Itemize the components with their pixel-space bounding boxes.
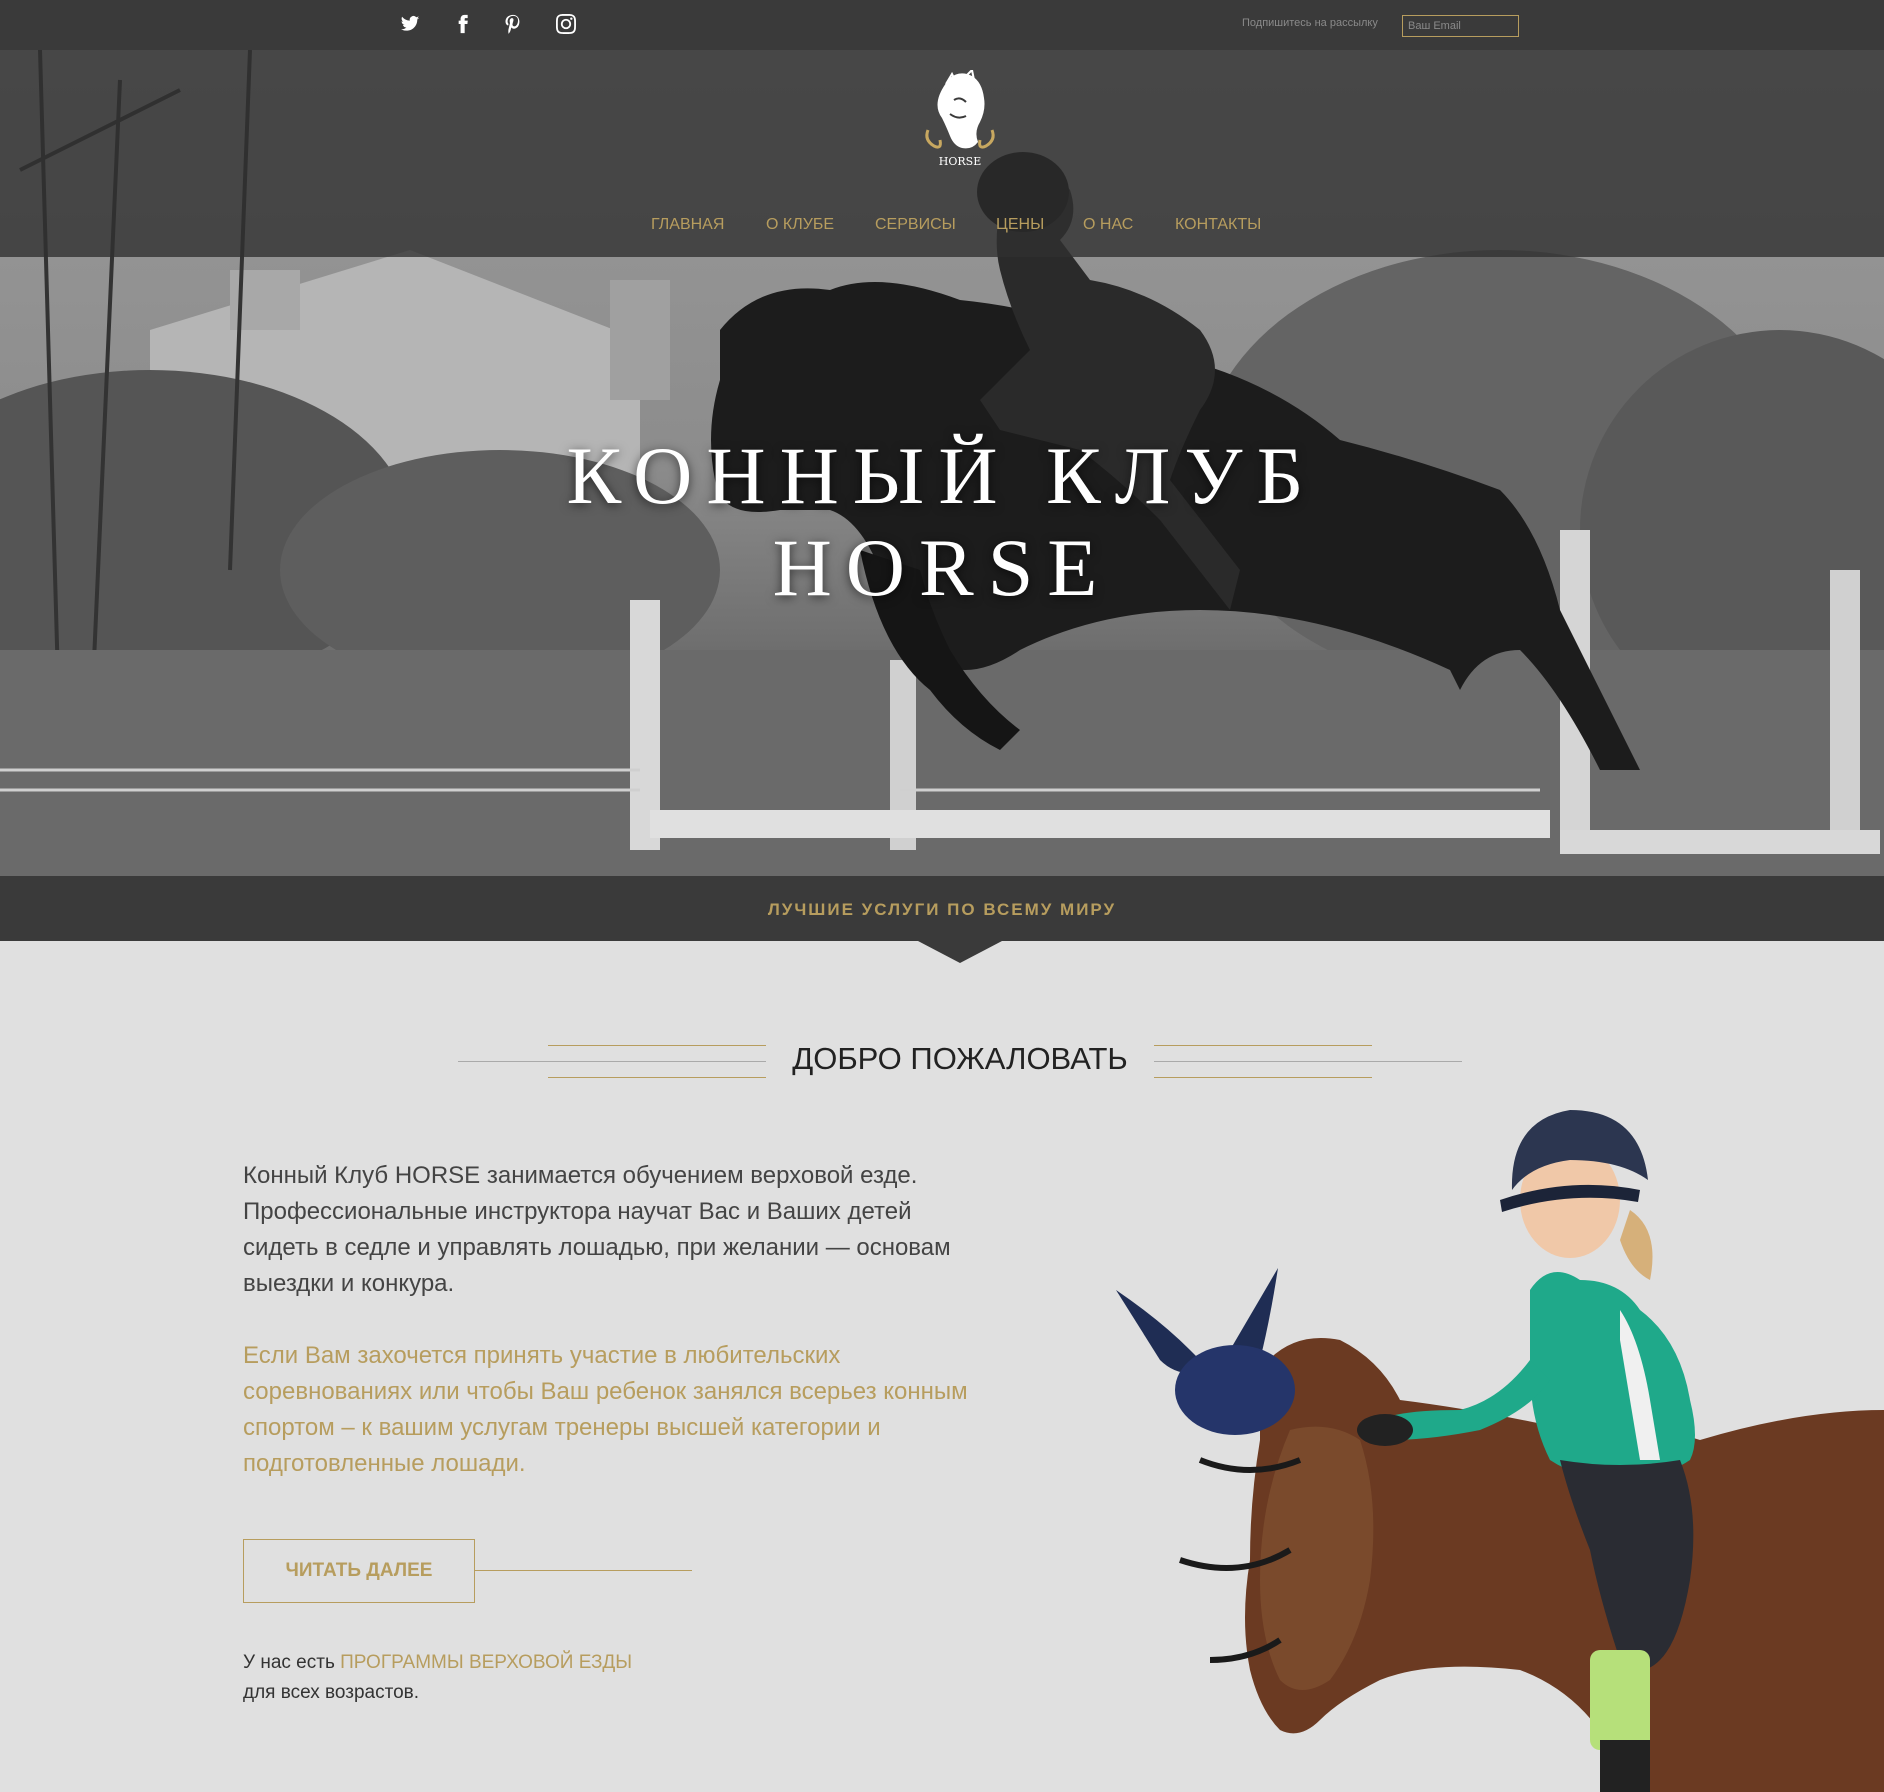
nav-item-prices[interactable]: ЦЕНЫ bbox=[996, 216, 1044, 234]
tagline-strip: ЛУЧШИЕ УСЛУГИ ПО ВСЕМУ МИРУ bbox=[0, 876, 1884, 941]
twitter-icon[interactable] bbox=[399, 14, 421, 36]
hero-title: КОННЫЙ КЛУБ HORSE bbox=[0, 430, 1884, 614]
nav-item-about-club[interactable]: О КЛУБЕ bbox=[766, 216, 834, 234]
hero-banner: HORSE ГЛАВНАЯ О КЛУБЕ СЕРВИСЫ ЦЕНЫ О НАС… bbox=[0, 50, 1884, 876]
hero-title-line2: HORSE bbox=[772, 522, 1112, 613]
rider-photo bbox=[1116, 1110, 1884, 1792]
title-divider-right-bottom bbox=[1154, 1077, 1372, 1078]
programs-text: У нас есть ПРОГРАММЫ ВЕРХОВОЙ ЕЗДЫ для в… bbox=[243, 1648, 743, 1708]
programs-suffix: для всех возрастов. bbox=[243, 1682, 420, 1703]
nav-item-about-us[interactable]: О НАС bbox=[1083, 216, 1133, 234]
competition-paragraph: Если Вам захочется принять участие в люб… bbox=[243, 1342, 968, 1477]
facebook-icon[interactable] bbox=[452, 14, 474, 36]
subscribe-label: Подпишитесь на рассылку bbox=[1242, 17, 1378, 29]
intro-paragraph: Конный Клуб HORSE занимается обучением в… bbox=[243, 1162, 951, 1297]
nav-item-services[interactable]: СЕРВИСЫ bbox=[875, 216, 956, 234]
down-arrow-icon bbox=[918, 941, 1002, 963]
nav-item-contacts[interactable]: КОНТАКТЫ bbox=[1175, 216, 1261, 234]
email-input[interactable] bbox=[1402, 15, 1519, 37]
top-bar: Подпишитесь на рассылку bbox=[0, 0, 1884, 50]
title-divider-left-top bbox=[548, 1045, 766, 1046]
read-more-line bbox=[475, 1570, 692, 1571]
read-more-button[interactable]: ЧИТАТЬ ДАЛЕЕ bbox=[243, 1539, 475, 1603]
title-divider-left-bottom bbox=[548, 1077, 766, 1078]
pinterest-icon[interactable] bbox=[502, 14, 524, 36]
nav-item-home[interactable]: ГЛАВНАЯ bbox=[651, 216, 724, 234]
tagline-text: ЛУЧШИЕ УСЛУГИ ПО ВСЕМУ МИРУ bbox=[767, 900, 1117, 919]
title-divider-right-top bbox=[1154, 1045, 1372, 1046]
programs-link[interactable]: ПРОГРАММЫ ВЕРХОВОЙ ЕЗДЫ bbox=[340, 1652, 632, 1673]
instagram-icon[interactable] bbox=[555, 14, 577, 36]
title-divider-left-gray bbox=[458, 1061, 766, 1062]
title-divider-right-gray bbox=[1154, 1061, 1462, 1062]
hero-title-line1: КОННЫЙ КЛУБ bbox=[566, 430, 1318, 521]
welcome-title: ДОБРО ПОЖАЛОВАТЬ bbox=[792, 1041, 1128, 1076]
programs-prefix: У нас есть bbox=[243, 1652, 341, 1673]
logo-text: HORSE bbox=[938, 155, 982, 168]
